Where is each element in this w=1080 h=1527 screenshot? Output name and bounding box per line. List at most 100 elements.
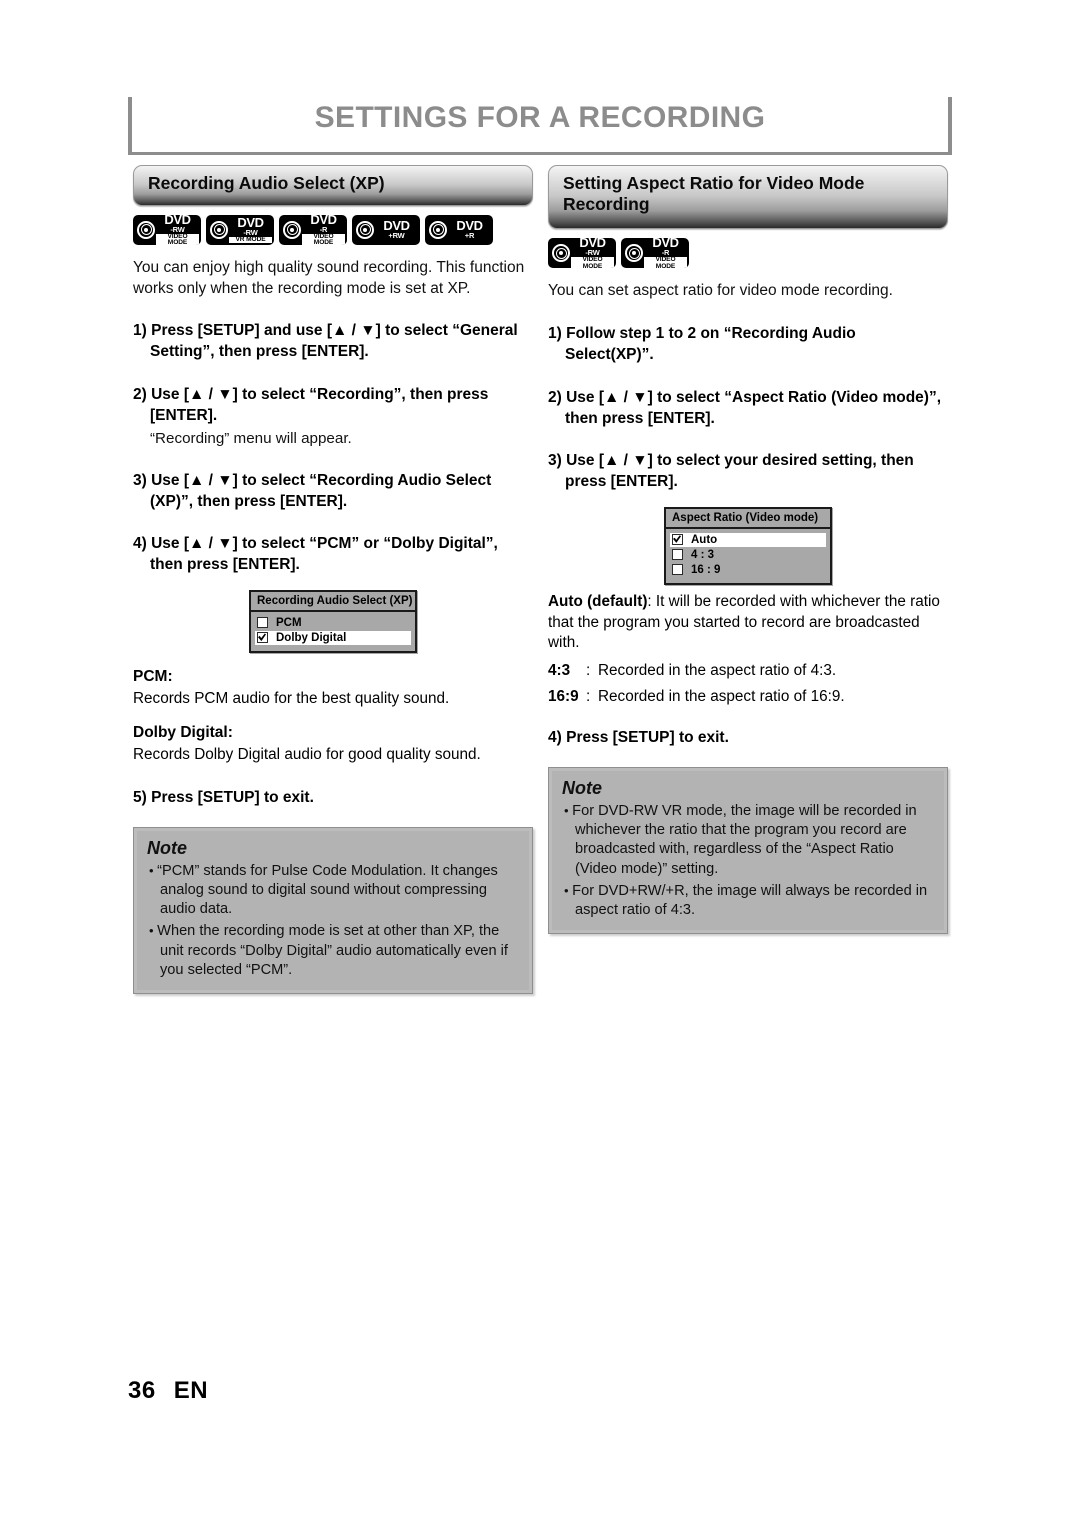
left-step-4-number: 4) — [133, 535, 147, 553]
right-step-1: 1) Follow step 1 to 2 on “Recording Audi… — [548, 324, 948, 366]
dvd-mode-banner: Video Mode — [156, 233, 199, 245]
left-step-2-number: 2) — [133, 386, 147, 404]
checkbox-checked-icon[interactable] — [257, 632, 268, 644]
osd-option-pcm[interactable]: PCM — [255, 616, 411, 630]
left-step-5-number: 5) — [133, 788, 147, 806]
osd-option-label: Auto — [691, 533, 718, 546]
note-item: For DVD-RW VR mode, the image will be re… — [562, 802, 935, 879]
osd-title: Aspect Ratio (Video mode) — [666, 509, 830, 529]
osd-option-4-3[interactable]: 4 : 3 — [670, 548, 826, 562]
left-step-3-text: Use [▲ / ▼] to select “Recording Audio S… — [150, 471, 492, 510]
right-step-4: 4) Press [SETUP] to exit. — [548, 728, 948, 749]
left-step-5-text: Press [SETUP] to exit. — [151, 788, 314, 806]
media-icon-row-right: DVD -RW Video Mode DVD -R Video Mode — [548, 238, 948, 269]
dvd-label: DVD — [237, 214, 264, 230]
left-step-2: 2) Use [▲ / ▼] to select “Recording”, th… — [133, 385, 533, 449]
ratio-line-4-3: 4:3 : Recorded in the aspect ratio of 4:… — [548, 662, 948, 680]
right-step-2-number: 2) — [548, 388, 562, 406]
dvd-rw-video-mode-icon: DVD -RW Video Mode — [548, 238, 616, 269]
checkbox-checked-icon[interactable] — [672, 534, 683, 546]
ratio-line-16-9: 16:9 : Recorded in the aspect ratio of 1… — [548, 688, 948, 706]
left-step-4-text: Use [▲ / ▼] to select “PCM” or “Dolby Di… — [150, 535, 498, 574]
page-title-frame: SETTINGS FOR A RECORDING — [128, 97, 952, 155]
osd-option-auto[interactable]: Auto — [670, 532, 826, 547]
left-step-3: 3) Use [▲ / ▼] to select “Recording Audi… — [133, 471, 533, 513]
left-step-1: 1) Press [SETUP] and use [▲ / ▼] to sele… — [133, 321, 533, 363]
osd-option-label: Dolby Digital — [276, 631, 347, 644]
checkbox-unchecked-icon[interactable] — [672, 564, 683, 576]
definition-term-pcm: PCM: — [133, 667, 173, 685]
right-intro-paragraph: You can set aspect ratio for video mode … — [548, 282, 893, 300]
left-intro-paragraph: You can enjoy high quality sound recordi… — [133, 258, 525, 297]
ratio-label: 4:3 — [548, 662, 571, 680]
dvd-mode-banner: VR MODE — [229, 236, 272, 244]
note-item: When the recording mode is set at other … — [147, 922, 520, 980]
dvd-r-video-mode-icon: DVD -R Video Mode — [621, 238, 689, 269]
ratio-separator: : — [586, 662, 591, 680]
dvd-r-video-mode-icon: DVD -R Video Mode — [279, 214, 347, 245]
left-step-1-text: Press [SETUP] and use [▲ / ▼] to select … — [150, 322, 518, 361]
right-step-4-number: 4) — [548, 729, 562, 747]
dvd-format-label: -R — [319, 224, 328, 234]
disc-icon — [624, 243, 644, 263]
disc-icon — [136, 220, 156, 240]
left-step-3-number: 3) — [133, 471, 147, 489]
checkbox-unchecked-icon[interactable] — [672, 549, 683, 561]
dvd-format-label: +R — [464, 231, 475, 241]
osd-title: Recording Audio Select (XP) — [251, 592, 415, 612]
dvd-mode-banner: Video Mode — [571, 256, 614, 269]
auto-description: Auto (default): It will be recorded with… — [548, 592, 948, 654]
footer-page-number: 36 — [128, 1377, 156, 1404]
right-step-2: 2) Use [▲ / ▼] to select “Aspect Ratio (… — [548, 388, 948, 430]
definition-term-dolby: Dolby Digital: — [133, 724, 233, 742]
definition-body-pcm: Records PCM audio for the best quality s… — [133, 689, 450, 707]
osd-option-16-9[interactable]: 16 : 9 — [670, 563, 826, 577]
manual-page: SETTINGS FOR A RECORDING Recording Audio… — [0, 0, 1080, 1527]
right-step-3-number: 3) — [548, 452, 562, 470]
ratio-label: 16:9 — [548, 688, 579, 706]
right-step-2-text: Use [▲ / ▼] to select “Aspect Ratio (Vid… — [565, 388, 942, 427]
left-column: Recording Audio Select (XP) DVD -RW Vide… — [133, 165, 533, 995]
right-step-4-text: Press [SETUP] to exit. — [566, 729, 729, 747]
right-column: Setting Aspect Ratio for Video Mode Reco… — [548, 165, 948, 935]
note-box-right: Note For DVD-RW VR mode, the image will … — [548, 766, 948, 935]
left-step-2-subtext: “Recording” menu will appear. — [150, 429, 352, 447]
note-item: For DVD+RW/+R, the image will always be … — [562, 882, 935, 921]
osd-option-dolby-digital[interactable]: Dolby Digital — [255, 630, 411, 645]
disc-icon — [551, 243, 571, 263]
definition-body-dolby: Records Dolby Digital audio for good qua… — [133, 746, 481, 764]
dvd-mode-banner: Video Mode — [302, 233, 345, 245]
section-heading-aspect-ratio: Setting Aspect Ratio for Video Mode Reco… — [548, 165, 948, 230]
left-step-1-number: 1) — [133, 322, 147, 340]
note-title: Note — [562, 777, 602, 798]
disc-icon — [209, 220, 229, 240]
left-step-2-text: Use [▲ / ▼] to select “Recording”, then … — [150, 386, 489, 424]
right-step-3-text: Use [▲ / ▼] to select your desired setti… — [565, 452, 914, 491]
left-step-4: 4) Use [▲ / ▼] to select “PCM” or “Dolby… — [133, 534, 533, 576]
dvd-rw-vr-mode-icon: DVD -RW VR MODE — [206, 214, 274, 245]
right-step-1-number: 1) — [548, 325, 562, 343]
disc-icon — [428, 220, 448, 240]
dvd-label: DVD — [164, 214, 191, 227]
osd-aspect-ratio: Aspect Ratio (Video mode) Auto 4 : 3 16 … — [664, 506, 832, 585]
osd-option-label: PCM — [276, 616, 302, 629]
dvd-label: DVD — [310, 214, 337, 227]
footer-language-code: EN — [173, 1377, 209, 1404]
osd-recording-audio-select: Recording Audio Select (XP) PCM Dolby Di… — [249, 589, 417, 653]
osd-option-label: 16 : 9 — [691, 563, 721, 576]
osd-option-list: PCM Dolby Digital — [251, 612, 415, 651]
auto-description-term: Auto (default) — [548, 592, 648, 610]
right-step-1-text: Follow step 1 to 2 on “Recording Audio S… — [565, 325, 856, 363]
note-title: Note — [147, 837, 187, 858]
note-item: “PCM” stands for Pulse Code Modulation. … — [147, 862, 520, 920]
dvd-format-label: -RW — [170, 224, 185, 234]
ratio-separator: : — [586, 688, 591, 706]
osd-option-label: 4 : 3 — [691, 548, 715, 561]
dvd-plus-r-icon: DVD +R — [425, 214, 493, 245]
checkbox-unchecked-icon[interactable] — [257, 617, 268, 629]
right-step-3: 3) Use [▲ / ▼] to select your desired se… — [548, 451, 948, 493]
ratio-text: Recorded in the aspect ratio of 16:9. — [598, 688, 845, 706]
dvd-plus-rw-icon: DVD +RW — [352, 214, 420, 245]
page-title: SETTINGS FOR A RECORDING — [314, 101, 766, 134]
left-step-5: 5) Press [SETUP] to exit. — [133, 788, 533, 809]
